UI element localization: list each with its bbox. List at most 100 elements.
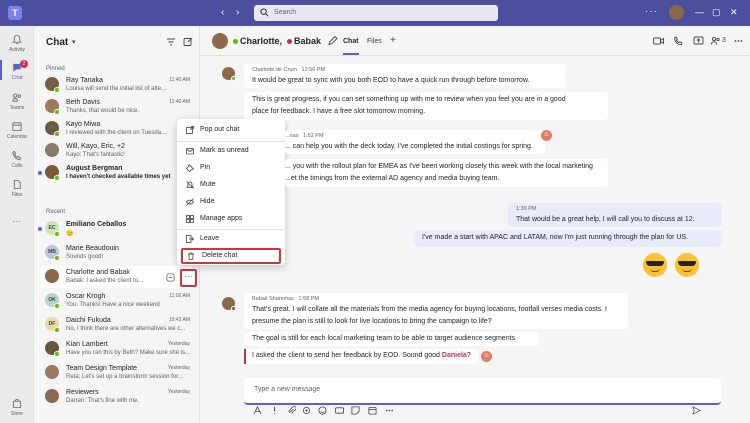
priority-icon[interactable] [270,406,279,415]
chat-preview: I haven't checked available times yet [66,174,171,180]
rail-activity[interactable]: Activity [0,34,34,53]
minimize-icon[interactable]: — [695,7,704,18]
chat-list-item[interactable]: Kayo Miwa I reviewed with the client on T… [40,118,194,140]
store-icon [12,398,22,409]
mark-unread-icon [186,148,194,155]
format-icon[interactable] [253,406,262,415]
phone-icon [12,150,22,161]
active-tab-indicator [343,53,359,55]
chat-name: Emiliano Ceballos [66,221,127,228]
pop-out-icon [186,126,194,134]
chat-preview: Have you ran this by Beth? Make sure she… [66,350,191,356]
loop-icon[interactable] [302,406,311,415]
audio-call-icon[interactable] [673,36,684,46]
presence-indicator [54,231,60,237]
chat-preview: Thanks, that would be nice. [66,108,140,114]
menu-delete-chat[interactable]: Delete chat [181,248,281,264]
compose-more-icon[interactable] [385,406,394,415]
send-icon[interactable] [692,406,701,415]
mention[interactable]: Daniela [442,352,467,359]
user-avatar[interactable] [669,5,684,20]
rail-label: Calendar [6,134,28,140]
gif-icon[interactable] [335,406,344,415]
rail-store[interactable]: Store [0,398,34,417]
chat-list-item[interactable]: EC Emiliano Ceballos 😊 [38,218,194,240]
sticker-icon[interactable] [351,406,360,415]
more-options-icon[interactable] [733,36,744,46]
menu-item-label: Manage apps [200,215,243,222]
back-icon[interactable]: ‹ [221,7,224,19]
rail-teams[interactable]: Teams [0,92,34,111]
rail-chat[interactable]: Chat [0,62,34,81]
rail-calendar[interactable]: Calendar [0,121,34,140]
search-icon [260,8,269,17]
message-time: 1:30 PM [516,206,537,212]
tab-files[interactable]: Files [367,38,382,45]
menu-manage-apps[interactable]: Manage apps [177,211,285,227]
rail-calls[interactable]: Calls [0,150,34,169]
message-text: presume the plan is still to look for li… [252,318,492,325]
chat-name: Reviewers [66,389,99,396]
tab-chat[interactable]: Chat [343,38,359,45]
chat-list-item[interactable]: Reviewers Darren: That's fine with me. Yes… [40,386,194,408]
video-call-icon[interactable] [653,36,664,46]
chat-preview: You: Thanks! Have a nice weekend [66,302,160,308]
chat-name: Beth Davis [66,99,100,106]
compose-box[interactable]: Type a new message [244,378,721,405]
sunglasses-emoji-icon [675,253,699,277]
chat-preview: No, I think there are other alternatives… [66,326,186,332]
emoji-icon[interactable] [318,406,327,415]
rail-label: Teams [9,105,25,111]
message-text-end: ? [466,352,471,359]
chat-list-item[interactable]: MB Marie Beaudouin Sounds good! [40,242,194,264]
chat-preview: 😊 [66,231,74,237]
menu-pop-out-chat[interactable]: Pop out chat [177,122,285,138]
rail-more-icon[interactable]: ··· [0,216,34,226]
maximize-icon[interactable]: ▢ [712,7,721,18]
my-message-bubble: I've made a start with APAC and LATAM, n… [414,230,722,247]
message-text: The goal is still for each local marketi… [252,335,516,342]
menu-pin[interactable]: Pin [177,160,285,176]
reaction-icon[interactable]: ☺ [481,351,492,362]
forward-icon[interactable]: › [236,7,239,19]
attach-icon[interactable] [287,406,296,415]
menu-leave[interactable]: Leave [177,231,285,247]
menu-hide[interactable]: Hide [177,194,285,210]
chat-list-item[interactable]: August Bergman I haven't checked availabl… [38,162,194,184]
chat-list-item[interactable]: DF Daichi Fukuda No, I think there are oth… [40,314,194,336]
chat-time: Yesterday [167,365,190,371]
chat-list-item[interactable]: OK Oscar Krogh You: Thanks! Have a nice we… [40,290,194,312]
reaction-icon[interactable]: ☺ [541,130,552,141]
chat-list-item[interactable]: Kian Lambert Have you ran this by Beth? M… [40,338,194,360]
menu-divider [177,229,285,230]
filter-icon[interactable] [166,37,176,47]
message-meta: Babak Shammas 1:58 PM [252,295,620,304]
screen-share-icon[interactable] [693,36,704,46]
chat-list-item[interactable]: Beth Davis Thanks, that would be nice. 11:… [40,96,194,118]
rail-files[interactable]: Files [0,179,34,198]
participant-name: Charlotte, [240,36,283,46]
participants-icon[interactable] [710,36,721,46]
search-placeholder: Search [274,9,297,16]
add-tab-button[interactable]: + [390,35,396,46]
more-options-icon[interactable]: ··· [645,7,658,17]
menu-item-label: Mute [200,181,216,188]
new-chat-icon[interactable] [183,37,193,47]
close-icon[interactable]: ✕ [730,7,738,18]
message-meta: Charlotte de Crum 12:56 PM [252,66,557,75]
schedule-meeting-icon[interactable] [368,406,377,415]
rail-label: Files [11,192,23,198]
chat-list-item[interactable]: Will, Kayo, Eric, +2 Kayo: That's fantast… [40,140,194,162]
menu-mute[interactable]: Mute [177,177,285,193]
more-options-button[interactable]: ··· [180,269,197,287]
search-input[interactable]: Search [254,5,498,21]
presence-available [231,76,236,81]
chevron-down-icon[interactable]: ▾ [72,38,76,46]
menu-item-label: Pop out chat [200,126,240,133]
presence-busy [231,306,236,311]
presence-indicator [54,131,60,137]
chat-list-item[interactable]: Ray Tanaka Louisa will send the initial l… [40,74,194,96]
edit-name-icon[interactable] [327,36,338,46]
menu-mark-as-unread[interactable]: Mark as unread [177,143,285,159]
chat-list-item[interactable]: Team Design Template Reta: Let's set up a… [40,362,194,384]
